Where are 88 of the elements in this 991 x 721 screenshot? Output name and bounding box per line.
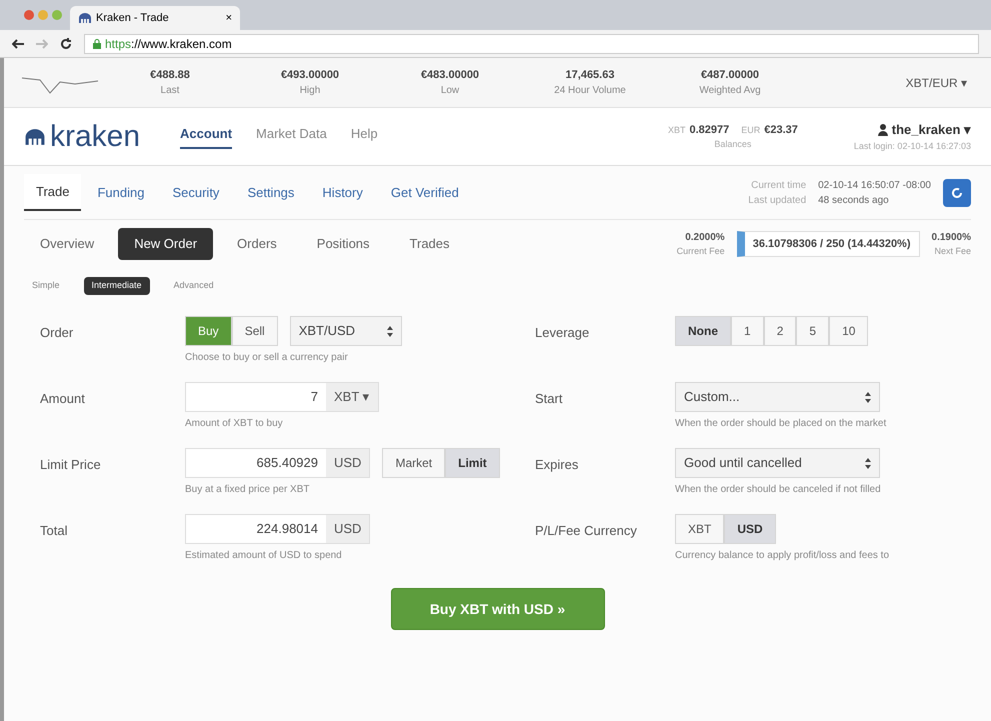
- order-view-pill[interactable]: Orders: [221, 228, 293, 260]
- segment-button[interactable]: 2: [764, 316, 796, 346]
- account-tab[interactable]: Settings: [235, 174, 306, 212]
- segment-button[interactable]: 5: [796, 316, 830, 346]
- field-label: Total: [40, 522, 68, 540]
- field-label: Expires: [535, 456, 580, 474]
- amount-field[interactable]: 7 XBT ▾: [185, 382, 379, 412]
- amount-field[interactable]: 224.98014 USD: [185, 514, 370, 544]
- forward-icon[interactable]: [36, 38, 48, 48]
- browser-tab[interactable]: Kraken - Trade ×: [70, 6, 240, 30]
- user-icon: [878, 124, 888, 136]
- field-label: Start: [535, 390, 564, 408]
- ticker-label: 24 Hour Volume: [554, 84, 626, 98]
- field-hint: Estimated amount of USD to spend: [185, 549, 343, 563]
- balance-value: EUR €23.37: [741, 122, 798, 138]
- field-hint: Amount of XBT to buy: [185, 417, 284, 431]
- pair-select[interactable]: XBT/USD: [290, 316, 402, 346]
- status-label: Current time: [750, 178, 806, 192]
- status-label: Last updated: [748, 194, 806, 208]
- field-hint: When the order should be canceled if not filled: [675, 483, 881, 497]
- segment-button[interactable]: Limit: [445, 448, 500, 478]
- field-label: Order: [40, 324, 74, 342]
- order-view-pill[interactable]: Overview: [24, 228, 110, 260]
- kraken-logo: kraken: [24, 122, 140, 152]
- segment-button[interactable]: None: [675, 316, 731, 346]
- balances-label: Balances: [714, 138, 752, 151]
- order-view-pill[interactable]: New Order: [118, 228, 214, 260]
- ticker-value: €493.00000: [280, 68, 340, 83]
- field-label: Limit Price: [40, 456, 102, 474]
- balance-value: XBT 0.82977: [668, 122, 730, 138]
- order-mode-pill[interactable]: Simple: [24, 277, 68, 295]
- order-mode-pill[interactable]: Intermediate: [84, 277, 150, 295]
- fee-value: 0.2000%: [685, 230, 725, 245]
- segment-button[interactable]: XBT: [675, 514, 724, 544]
- window-close-icon[interactable]: [24, 10, 34, 20]
- ticker-label: Last: [160, 84, 180, 98]
- order-view-pill[interactable]: Trades: [394, 228, 466, 260]
- order-view-pill[interactable]: Positions: [300, 228, 386, 260]
- nav-link[interactable]: Market Data: [256, 124, 327, 150]
- account-tab[interactable]: Trade: [24, 174, 82, 212]
- field-label: P/L/Fee Currency: [535, 522, 638, 540]
- ticker-label: Low: [440, 84, 460, 98]
- field-label: Leverage: [535, 324, 590, 342]
- fee-label: Next Fee: [934, 244, 971, 258]
- current-time: 02-10-14 16:50:07 -08:00: [818, 178, 931, 192]
- ticker-value: 17,465.63: [566, 68, 614, 83]
- fee-value: 0.1900%: [932, 230, 971, 245]
- last-login-text: Last login: 02-10-14 16:27:03: [854, 140, 971, 153]
- dropdown-select[interactable]: Custom...: [675, 382, 880, 412]
- user-menu[interactable]: the_kraken ▾: [892, 120, 971, 140]
- account-tab[interactable]: Funding: [85, 174, 156, 212]
- account-tab[interactable]: History: [310, 174, 375, 212]
- ticker-label: High: [300, 84, 320, 98]
- segment-button[interactable]: Market: [382, 448, 446, 478]
- amount-field[interactable]: 685.40929 USD: [185, 448, 370, 478]
- last-updated: 48 seconds ago: [818, 194, 890, 208]
- octopus-icon: [78, 13, 92, 23]
- field-hint: Buy at a fixed price per XBT: [185, 483, 311, 497]
- lock-icon: [93, 38, 101, 48]
- segment-button[interactable]: Sell: [232, 316, 278, 346]
- account-tab[interactable]: Get Verified: [378, 174, 471, 212]
- reload-icon[interactable]: [60, 38, 72, 50]
- segment-button[interactable]: USD: [724, 514, 776, 544]
- back-icon[interactable]: [12, 38, 24, 48]
- field-hint: Currency balance to apply profit/loss and fees to: [675, 549, 890, 563]
- address-bar[interactable]: https://www.kraken.com: [84, 34, 979, 54]
- segment-button[interactable]: 1: [731, 316, 764, 346]
- nav-link[interactable]: Account: [180, 124, 232, 150]
- ticker-label: Weighted Avg: [699, 84, 761, 98]
- ticker-value: €483.00000: [420, 68, 480, 83]
- fee-label: Current Fee: [676, 244, 725, 258]
- dropdown-select[interactable]: Good until cancelled: [675, 448, 880, 478]
- fee-volume-field: 36.10798306 / 250 (14.44320%): [736, 230, 920, 258]
- ticker-value: €488.88: [150, 68, 190, 83]
- window-zoom-icon[interactable]: [52, 10, 62, 20]
- up-down-caret-icon: [865, 458, 871, 468]
- field-hint: When the order should be placed on the market: [675, 417, 886, 431]
- ticker-value: €487.00000: [700, 68, 760, 83]
- segment-button[interactable]: 10: [829, 316, 868, 346]
- account-tab[interactable]: Security: [160, 174, 232, 212]
- refresh-button[interactable]: [943, 178, 971, 206]
- pair-dropdown[interactable]: XBT/EUR ▾: [898, 74, 975, 92]
- refresh-icon: [950, 186, 964, 200]
- up-down-caret-icon: [386, 326, 393, 336]
- field-hint: Choose to buy or sell a currency pair: [185, 351, 349, 365]
- up-down-caret-icon: [865, 392, 871, 402]
- nav-link[interactable]: Help: [350, 124, 378, 150]
- field-label: Amount: [40, 390, 86, 408]
